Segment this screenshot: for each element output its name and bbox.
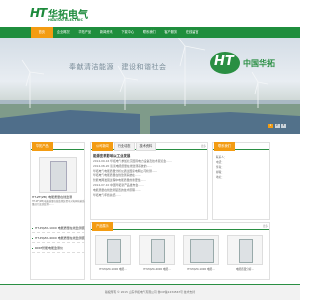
wind-turbines xyxy=(21,38,269,110)
gallery-item[interactable]: HT-PQZX-4000 电能… xyxy=(139,235,175,271)
gallery-panel-title[interactable]: 产品展示 xyxy=(92,221,113,231)
featured-product-desc: HT-ZF(ZB)电能质量在线监测装置可对电网电能质量进行连续监测…… xyxy=(32,200,85,207)
product-list-item[interactable]: RDM智能电能监测仪 xyxy=(32,243,85,253)
products-panel: 华拓产品 HT-ZF(ZB) 电能质量在线监测 HT-ZF(ZB)电能质量在线监… xyxy=(30,141,85,280)
news-tabs: 公司新闻 行业动态 技术资料 更多 xyxy=(91,141,207,151)
gallery-item-caption[interactable]: HT-PQZX-1000 电能… xyxy=(183,267,219,271)
featured-product-image[interactable] xyxy=(39,157,77,193)
nav-item[interactable]: 在线留言 xyxy=(182,27,204,38)
nav-item[interactable]: 首页 xyxy=(31,27,53,38)
banner-pager-dot[interactable]: 2 xyxy=(274,124,280,128)
products-panel-header: 华拓产品 xyxy=(31,141,84,151)
news-panel: 公司新闻 行业动态 技术资料 更多 能源变革影响以工业发展 2014-09-16 华拓… xyxy=(90,141,208,220)
news-tab[interactable]: 公司新闻 xyxy=(92,141,113,151)
gallery-panel-header: 产品展示 更多 xyxy=(91,221,269,231)
gallery-thumbnails: HT-PQZX-1000 电能… HT-PQZX-4000 电能… HT-PQZX-… xyxy=(95,235,263,271)
contact-panel: 联系我们 联系人： 电话： 传真： 邮箱： 地址： xyxy=(212,141,270,220)
hero-banner: 奉献清洁能源 建设和谐社会 HT 中国华拓 123 xyxy=(0,38,300,134)
gallery-item-caption[interactable]: HT-PQZX-1000 电能… xyxy=(95,267,131,271)
cabinet-graphic xyxy=(151,239,165,263)
contact-panel-header: 联系我们 xyxy=(213,141,269,151)
gallery-more-link[interactable]: 更多 xyxy=(263,223,269,230)
contact-panel-title[interactable]: 联系我们 xyxy=(214,141,235,151)
cabinet-graphic xyxy=(107,239,121,263)
footer: 版权所有 © 2015 山东华拓电气有限公司 鲁ICP备1234567号 技术支… xyxy=(0,284,300,300)
header: HT 华拓电气 HUATUO ELECTRIC xyxy=(0,0,300,27)
news-more-link[interactable]: 更多 xyxy=(201,143,207,150)
product-list-item[interactable]: HT-PQZX-1000 电能质量在线监测装置 xyxy=(32,223,85,233)
banner-brand-text: 中国华拓 xyxy=(243,59,275,68)
news-tab[interactable]: 行业动态 xyxy=(113,141,135,151)
brand-badge-text: HT xyxy=(214,54,234,69)
nav-item[interactable]: 下载中心 xyxy=(117,27,139,38)
logo-mark: HT xyxy=(30,6,47,20)
gallery-item-caption[interactable]: 电能质量分析… xyxy=(227,267,263,271)
logo[interactable]: HT 华拓电气 HUATUO ELECTRIC xyxy=(30,6,100,24)
banner-pager: 123 xyxy=(268,124,286,128)
news-item[interactable]: 华拓电气年终总结…… xyxy=(93,193,207,198)
main-nav: 首页 企业概况 华拓产品 新闻资讯 下载中心 联系我们 客户服务 在线留言 xyxy=(0,27,300,38)
news-list: 2014-09-16 华拓电气参加北京国际电力设备及技术展览会…… 2014-08… xyxy=(93,159,207,197)
gallery-item-caption[interactable]: HT-PQZX-4000 电能… xyxy=(139,267,175,271)
nav-item[interactable]: 联系我们 xyxy=(139,27,161,38)
contact-list: 联系人： 电话： 传真： 邮箱： 地址： xyxy=(216,155,269,180)
product-list: HT-PQZX-1000 电能质量在线监测装置 HT-PQZX-4000 电能质量… xyxy=(32,223,85,253)
gallery-item[interactable]: 电能质量分析… xyxy=(227,235,263,271)
banner-slogan: 奉献清洁能源 建设和谐社会 xyxy=(69,63,167,71)
horizon xyxy=(0,100,300,104)
news-tab[interactable]: 技术资料 xyxy=(135,141,157,151)
gallery-item-image[interactable] xyxy=(227,235,263,265)
cabinet-graphic xyxy=(190,239,214,263)
products-panel-title[interactable]: 华拓产品 xyxy=(32,141,53,151)
content-area: 华拓产品 HT-ZF(ZB) 电能质量在线监测 HT-ZF(ZB)电能质量在线监… xyxy=(0,134,300,284)
cabinet-graphic xyxy=(50,161,67,191)
featured-product-name[interactable]: HT-ZF(ZB) 电能质量在线监测 xyxy=(32,195,85,199)
footer-copyright: 版权所有 © 2015 山东华拓电气有限公司 鲁ICP备1234567号 技术支… xyxy=(104,290,195,294)
gallery-panel: 产品展示 更多 HT-PQZX-1000 电能… HT-PQZX-4000 电能…… xyxy=(90,221,270,280)
banner-pager-dot[interactable]: 3 xyxy=(281,124,286,128)
wind-farm-illustration xyxy=(0,38,300,134)
gallery-item-image[interactable] xyxy=(139,235,175,265)
banner-pager-dot[interactable]: 1 xyxy=(268,124,273,128)
gallery-item-image[interactable] xyxy=(95,235,131,265)
contact-line: 地址： xyxy=(216,176,224,179)
brand-badge: HT xyxy=(210,52,240,74)
nav-item[interactable]: 客户服务 xyxy=(160,27,182,38)
gallery-item[interactable]: HT-PQZX-1000 电能… xyxy=(183,235,219,271)
gallery-item[interactable]: HT-PQZX-1000 电能… xyxy=(95,235,131,271)
nav-item[interactable]: 企业概况 xyxy=(53,27,75,38)
cabinet-graphic xyxy=(239,239,253,263)
gallery-item-image[interactable] xyxy=(183,235,219,265)
news-headline[interactable]: 能源变革影响以工业发展 xyxy=(93,153,130,158)
product-list-item[interactable]: HT-PQZX-4000 电能质量在线监测装置 xyxy=(32,233,85,243)
logo-text-en: HUATUO ELECTRIC xyxy=(48,17,83,22)
nav-item[interactable]: 新闻资讯 xyxy=(96,27,118,38)
nav-item[interactable]: 华拓产品 xyxy=(74,27,96,38)
